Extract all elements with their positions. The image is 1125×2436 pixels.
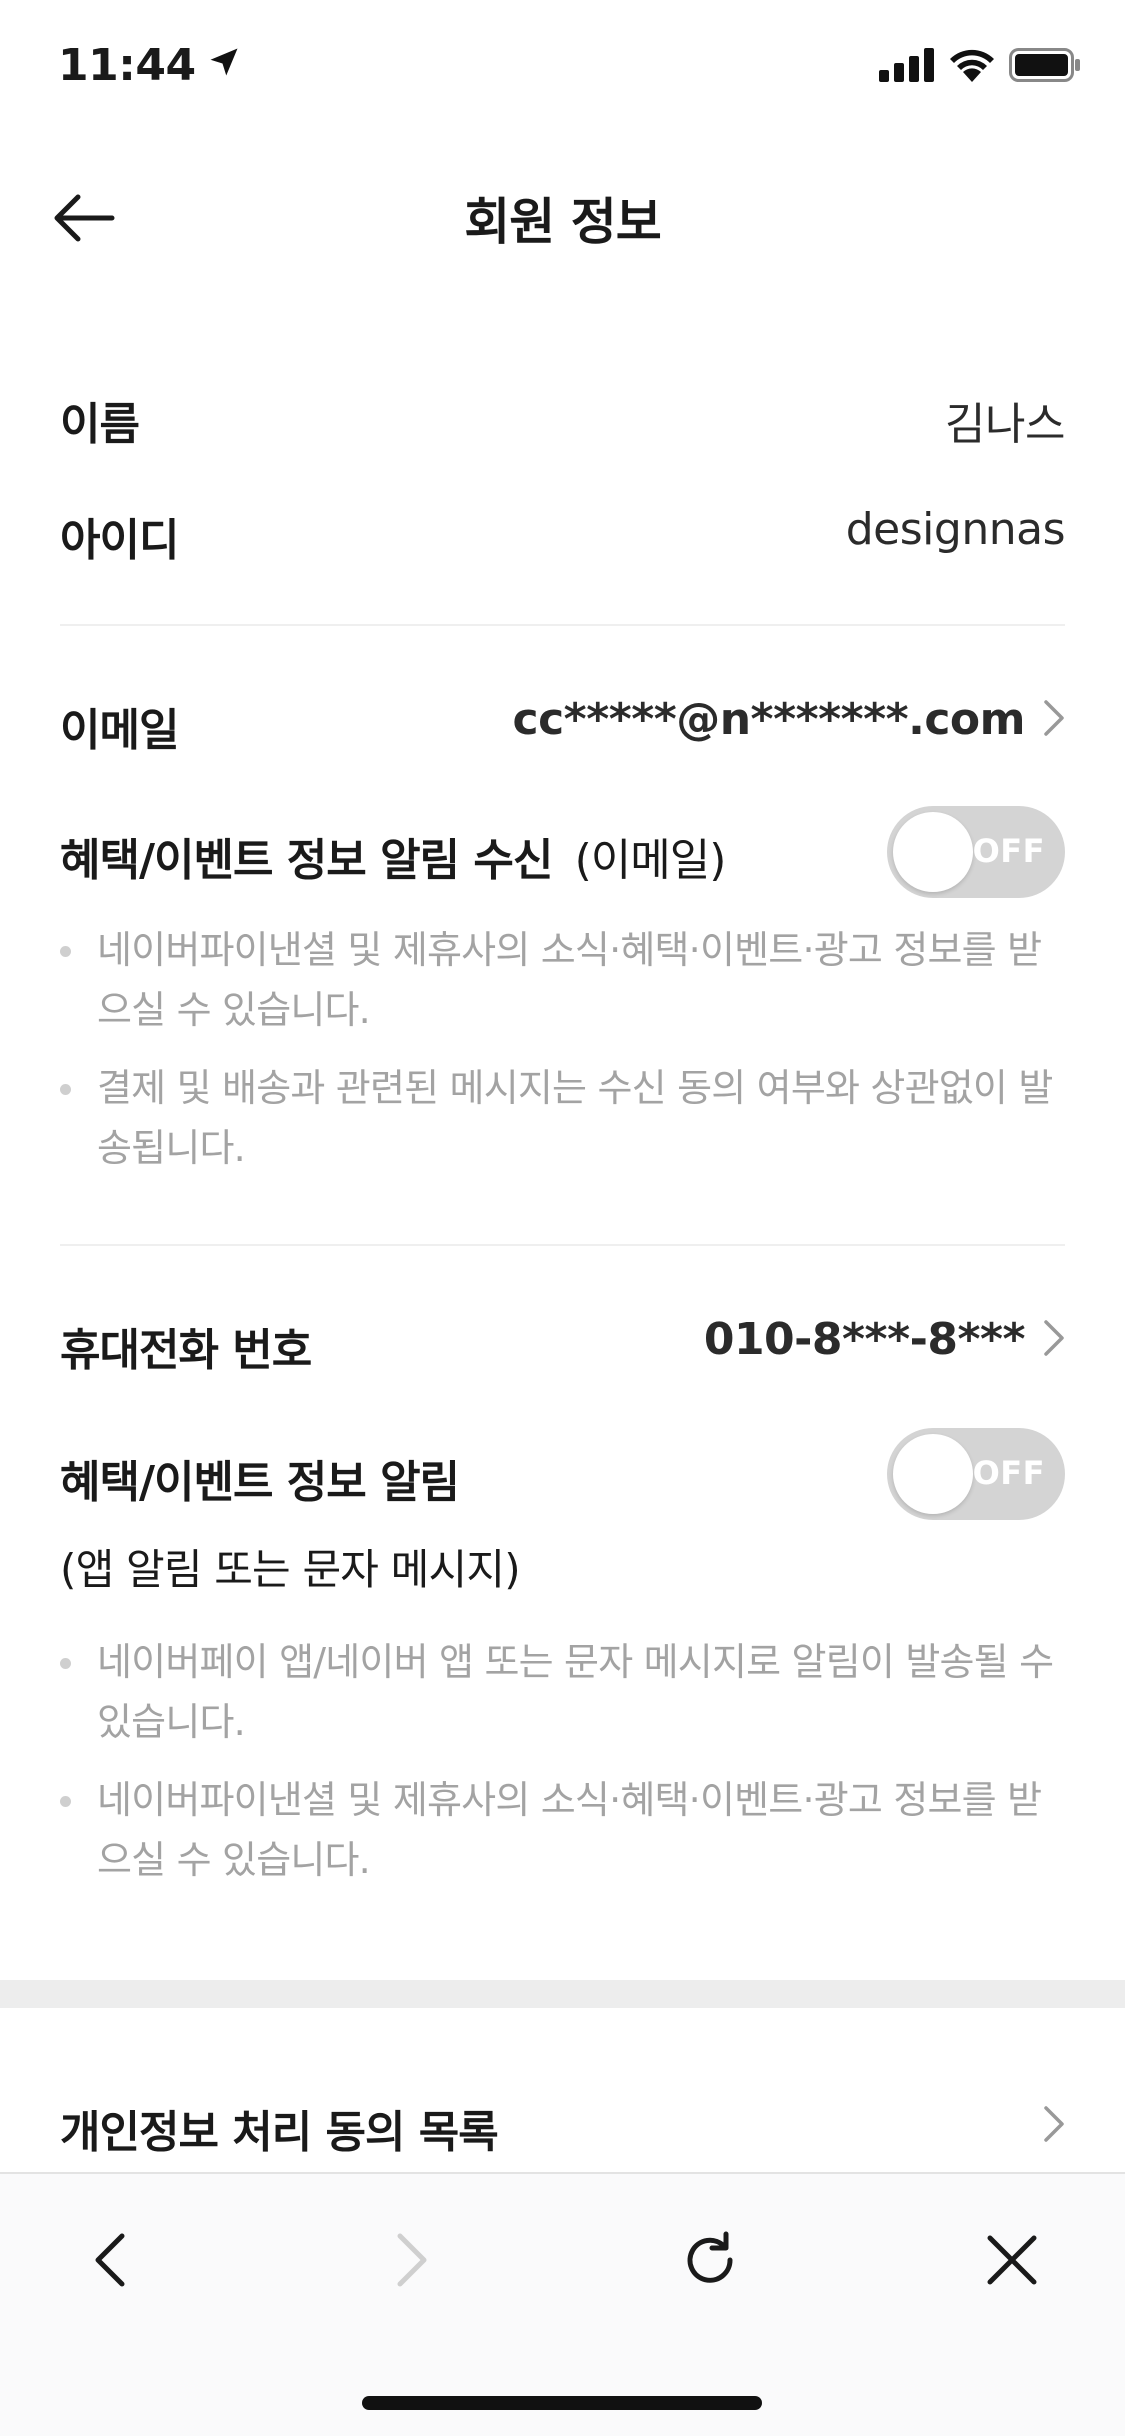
battery-icon — [1009, 48, 1081, 86]
privacy-consent-row[interactable]: 개인정보 처리 동의 목록 — [0, 2060, 1125, 2188]
page-title: 회원 정보 — [464, 193, 661, 251]
bullet-dot — [60, 1084, 71, 1095]
email-value: cc*****@n*******.com — [512, 694, 1026, 745]
phone-toggle-sub: (앱 알림 또는 문자 메시지) — [60, 1545, 521, 1594]
id-value: designnas — [845, 504, 1066, 555]
email-row[interactable]: cc*****@n*******.com — [513, 694, 1065, 745]
status-icons — [879, 48, 1081, 86]
close-icon — [984, 2232, 1040, 2292]
phone-toggle-label: 혜택/이벤트 정보 알림 — [60, 1457, 460, 1508]
bullet-dot — [60, 1658, 71, 1669]
divider — [60, 1244, 1065, 1246]
toggle-state: OFF — [972, 1454, 1045, 1492]
phone-note-1: 네이버페이 앱/네이버 앱 또는 문자 메시지로 알림이 발송될 수 있습니다. — [60, 1632, 1070, 1752]
note-text: 네이버페이 앱/네이버 앱 또는 문자 메시지로 알림이 발송될 수 있습니다. — [97, 1640, 1054, 1744]
chevron-right-icon — [1043, 1318, 1065, 1362]
toggle-knob — [893, 812, 973, 892]
email-note-2: 결제 및 배송과 관련된 메시지는 수신 동의 여부와 상관없이 발송됩니다. — [60, 1058, 1070, 1178]
toggle-state: OFF — [972, 832, 1045, 870]
phone-notification-toggle[interactable]: OFF — [887, 1428, 1065, 1520]
privacy-label: 개인정보 처리 동의 목록 — [60, 2107, 499, 2158]
phone-note-2: 네이버파이낸셜 및 제휴사의 소식·혜택·이벤트·광고 정보를 받으실 수 있습… — [60, 1770, 1070, 1890]
email-toggle-label-suffix: (이메일) — [574, 835, 727, 886]
toggle-knob — [893, 1434, 973, 1514]
forward-icon — [392, 2230, 432, 2294]
signal-icon — [879, 48, 935, 86]
email-notification-toggle[interactable]: OFF — [887, 806, 1065, 898]
email-toggle-label-text: 혜택/이벤트 정보 알림 수신 — [60, 835, 553, 886]
bullet-dot — [60, 946, 71, 957]
browser-close-button[interactable] — [962, 2212, 1062, 2312]
refresh-icon — [680, 2230, 740, 2294]
browser-refresh-button[interactable] — [660, 2212, 760, 2312]
browser-back-button[interactable] — [60, 2212, 160, 2312]
browser-forward-button[interactable] — [362, 2212, 462, 2312]
email-note-1: 네이버파이낸셜 및 제휴사의 소식·혜택·이벤트·광고 정보를 받으실 수 있습… — [60, 920, 1070, 1040]
wifi-icon — [949, 48, 995, 86]
email-label: 이메일 — [60, 705, 179, 756]
phone-value: 010-8***-8*** — [703, 1314, 1026, 1365]
back-icon — [90, 2230, 130, 2294]
chevron-right-icon — [1043, 698, 1065, 742]
section-separator — [0, 1980, 1125, 2008]
name-value: 김나스 — [945, 399, 1065, 450]
home-indicator — [362, 2396, 762, 2410]
name-label: 이름 — [60, 399, 140, 450]
id-label: 아이디 — [60, 515, 179, 566]
location-arrow-icon — [206, 40, 242, 91]
status-time: 11:44 — [58, 40, 242, 91]
email-toggle-label: 혜택/이벤트 정보 알림 수신 (이메일) — [60, 824, 727, 888]
note-text: 네이버파이낸셜 및 제휴사의 소식·혜택·이벤트·광고 정보를 받으실 수 있습… — [97, 1778, 1042, 1882]
phone-label: 휴대전화 번호 — [60, 1325, 312, 1376]
note-text: 결제 및 배송과 관련된 메시지는 수신 동의 여부와 상관없이 발송됩니다. — [97, 1066, 1053, 1170]
phone-row[interactable]: 010-8***-8*** — [704, 1314, 1065, 1365]
status-time-text: 11:44 — [58, 40, 196, 91]
divider — [60, 624, 1065, 626]
bullet-dot — [60, 1796, 71, 1807]
note-text: 네이버파이낸셜 및 제휴사의 소식·혜택·이벤트·광고 정보를 받으실 수 있습… — [97, 928, 1042, 1032]
chevron-right-icon — [1043, 2104, 1065, 2148]
